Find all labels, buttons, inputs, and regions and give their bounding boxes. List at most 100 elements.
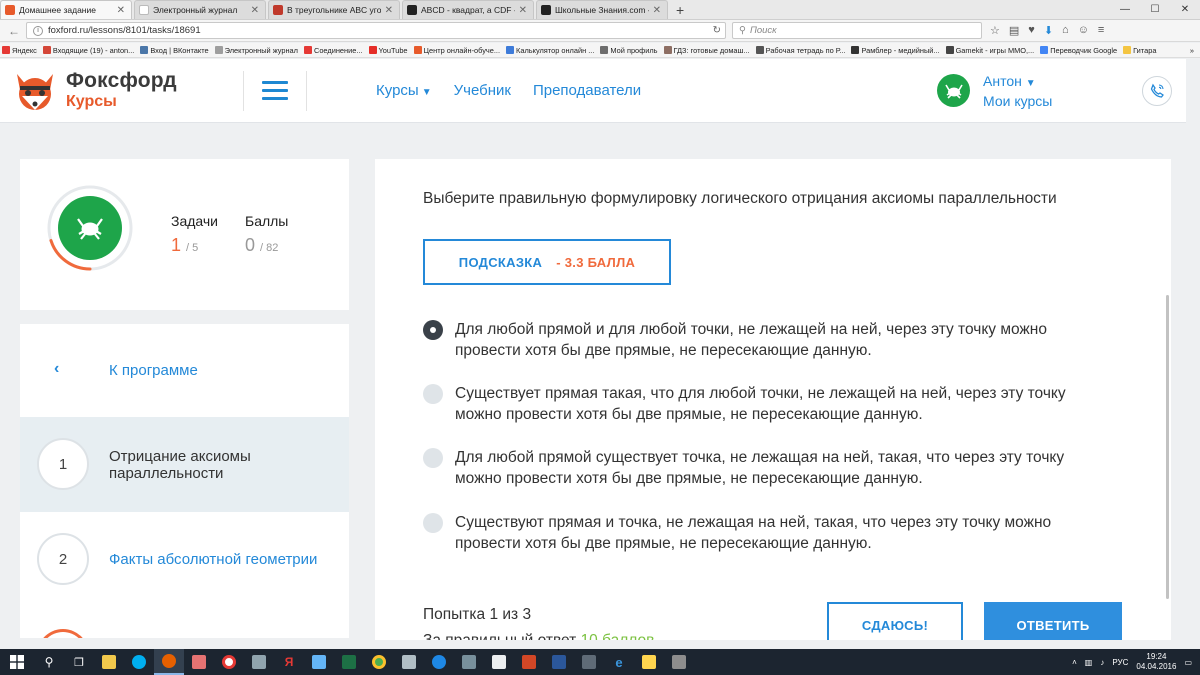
explorer-icon[interactable] xyxy=(94,649,124,675)
answer-option[interactable]: Существуют прямая и точка, не лежащая на… xyxy=(423,512,1123,560)
minimize-icon[interactable]: — xyxy=(1110,4,1140,15)
store-icon[interactable] xyxy=(484,649,514,675)
firefox-icon[interactable] xyxy=(154,649,184,675)
bookmark-item[interactable]: Гитара xyxy=(1123,46,1156,55)
phone-button[interactable] xyxy=(1142,76,1172,106)
hint-button[interactable]: ПОДСКАЗКА - 3.3 БАЛЛА xyxy=(423,239,671,285)
tasks-label: Задачи xyxy=(171,213,219,229)
download-icon[interactable]: ⬇ xyxy=(1044,24,1053,37)
answer-option[interactable]: Существует прямая такая, что для любой т… xyxy=(423,383,1123,431)
chrome-icon[interactable] xyxy=(364,649,394,675)
app-icon[interactable] xyxy=(244,649,274,675)
volume-icon[interactable]: ♪ xyxy=(1100,658,1104,667)
clock[interactable]: 19:24 04.04.2016 xyxy=(1136,652,1176,672)
maximize-icon[interactable]: ☐ xyxy=(1140,4,1170,15)
word-icon[interactable] xyxy=(544,649,574,675)
close-icon[interactable]: ✕ xyxy=(653,5,661,16)
bookmark-item[interactable]: Рамблер - медийный... xyxy=(851,46,940,55)
info-icon[interactable]: i xyxy=(33,25,43,36)
radio-button[interactable] xyxy=(423,448,443,468)
tab-title: Домашнее задание xyxy=(19,5,96,15)
yandex-icon[interactable]: Я xyxy=(274,649,304,675)
chevron-up-icon[interactable]: ˄ xyxy=(1072,658,1077,667)
app-icon[interactable] xyxy=(454,649,484,675)
user-name[interactable]: Антон ▼ xyxy=(983,73,1036,89)
bookmark-item[interactable]: Gamekit - игры MMO,... xyxy=(945,46,1034,55)
close-icon[interactable]: ✕ xyxy=(117,5,125,16)
nav-courses[interactable]: Курсы ▼ xyxy=(376,82,432,99)
my-courses-link[interactable]: Мои курсы xyxy=(983,93,1052,109)
calculator-icon[interactable] xyxy=(574,649,604,675)
browser-tab[interactable]: Школьные Знания.com -... ✕ xyxy=(536,0,668,19)
answer-option[interactable]: Для любой прямой существует точка, не ле… xyxy=(423,447,1123,495)
back-icon[interactable]: ← xyxy=(6,24,22,38)
home-icon[interactable]: ⌂ xyxy=(1062,24,1069,37)
bookmark-item[interactable]: ГДЗ: готовые домаш... xyxy=(663,46,750,55)
search-input[interactable]: ⚲ Поиск xyxy=(732,22,982,39)
logo-title[interactable]: Фоксфорд xyxy=(66,69,177,93)
language-indicator[interactable]: РУС xyxy=(1112,658,1128,667)
fox-logo-icon[interactable] xyxy=(12,68,58,114)
browser-tab[interactable]: В треугольнике ABC угол... ✕ xyxy=(268,0,400,19)
avatar[interactable] xyxy=(937,74,970,107)
task-view-icon[interactable]: ❐ xyxy=(64,649,94,675)
hamburger-menu-button[interactable] xyxy=(262,81,288,101)
yandex-browser-icon[interactable] xyxy=(214,649,244,675)
bookmark-item[interactable]: Мой профиль xyxy=(600,46,658,55)
menu-icon[interactable]: ≡ xyxy=(1098,24,1104,37)
skype-icon[interactable] xyxy=(124,649,154,675)
bookmark-item[interactable]: Центр онлайн-обуче... xyxy=(413,46,500,55)
bookmark-item[interactable]: Переводчик Google xyxy=(1040,46,1117,55)
library-icon[interactable]: ▤ xyxy=(1009,24,1019,37)
app-icon[interactable] xyxy=(394,649,424,675)
radio-button[interactable] xyxy=(423,384,443,404)
back-to-program-link[interactable]: ‹ К программе xyxy=(20,324,349,417)
close-icon[interactable]: ✕ xyxy=(251,5,259,16)
browser-tab[interactable]: ABCD - квадрат, а CDF - п... ✕ xyxy=(402,0,534,19)
bookmarks-overflow-button[interactable]: » xyxy=(1190,46,1200,55)
new-tab-button[interactable]: + xyxy=(670,1,690,19)
edge-icon[interactable]: e xyxy=(604,649,634,675)
app-icon[interactable] xyxy=(304,649,334,675)
chat-icon[interactable]: ☺ xyxy=(1078,24,1089,37)
pocket-icon[interactable]: ♥ xyxy=(1028,24,1035,37)
answer-option[interactable]: Для любой прямой и для любой точки, не л… xyxy=(423,319,1123,367)
radio-button[interactable] xyxy=(423,320,443,340)
bookmark-item[interactable]: Входящие (19) - anton... xyxy=(42,46,134,55)
powerpoint-icon[interactable] xyxy=(514,649,544,675)
notifications-icon[interactable]: ▭ xyxy=(1184,658,1192,667)
lesson-item[interactable]: 2 Факты абсолютной геометрии xyxy=(20,512,349,607)
submit-answer-button[interactable]: ОТВЕТИТЬ xyxy=(984,602,1122,640)
bookmark-item[interactable]: Рабочая тетрадь по Р... xyxy=(755,46,845,55)
browser-tab[interactable]: Домашнее задание ✕ xyxy=(0,0,132,19)
close-icon[interactable]: ✕ xyxy=(385,5,393,16)
scrollbar[interactable] xyxy=(1166,295,1169,599)
bookmark-item[interactable]: Электронный журнал xyxy=(214,46,298,55)
app-icon[interactable] xyxy=(634,649,664,675)
lesson-item[interactable]: 1 Отрицание аксиомы параллельности xyxy=(20,417,349,512)
logo-subtitle[interactable]: Курсы xyxy=(66,93,117,111)
app-icon[interactable] xyxy=(184,649,214,675)
network-icon[interactable]: ▥ xyxy=(1085,658,1093,667)
bookmark-item[interactable]: Соединение... xyxy=(303,46,363,55)
browser-tab[interactable]: Электронный журнал ✕ xyxy=(134,0,266,19)
excel-icon[interactable] xyxy=(334,649,364,675)
nav-textbook[interactable]: Учебник xyxy=(454,82,511,99)
search-icon[interactable]: ⚲ xyxy=(34,649,64,675)
bookmark-item[interactable]: YouTube xyxy=(368,46,408,55)
game-icon[interactable] xyxy=(664,649,694,675)
onedrive-icon[interactable] xyxy=(424,649,454,675)
nav-teachers[interactable]: Преподаватели xyxy=(533,82,641,99)
star-icon[interactable]: ☆ xyxy=(990,24,1000,37)
bookmark-item[interactable]: Яндекс xyxy=(2,46,37,55)
bookmark-item[interactable]: Калькулятор онлайн ... xyxy=(506,46,594,55)
reload-icon[interactable]: ↻ xyxy=(713,23,721,38)
give-up-button[interactable]: СДАЮСЬ! xyxy=(827,602,963,640)
progress-ring xyxy=(47,185,133,271)
radio-button[interactable] xyxy=(423,513,443,533)
bookmark-item[interactable]: Вход | ВКонтакте xyxy=(140,46,209,55)
address-bar[interactable]: i foxford.ru/lessons/8101/tasks/18691 ↻ xyxy=(26,22,726,39)
close-window-icon[interactable]: ✕ xyxy=(1170,4,1200,15)
close-icon[interactable]: ✕ xyxy=(519,5,527,16)
windows-start-button[interactable] xyxy=(0,649,34,675)
